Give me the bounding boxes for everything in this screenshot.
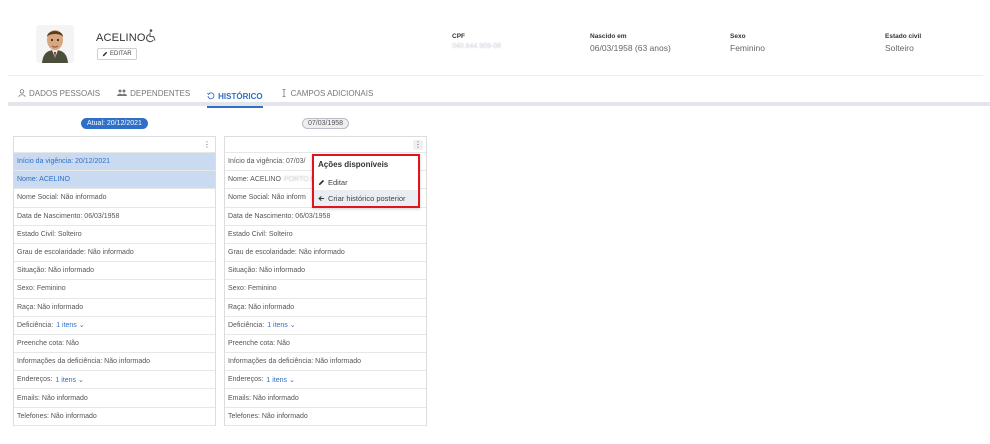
history-row: Nome Social: Não informado: [14, 189, 215, 208]
header-field-marital: Estado civil Solteiro: [885, 33, 922, 53]
history-column-current: Atual: 20/12/2021 ⋮ Início da vigência: …: [13, 118, 216, 426]
history-row: Nome: ACELINO: [14, 171, 215, 190]
history-row: Informações da deficiência: Não informad…: [14, 353, 215, 372]
pencil-icon: [318, 179, 325, 185]
history-row: Início da vigência: 20/12/2021: [14, 153, 215, 172]
history-row: Deficiência: 1 itens ⌄: [225, 317, 426, 335]
cpf-value: 040.644.909-08: [452, 43, 502, 50]
birth-value: 06/03/1958 (63 anos): [590, 43, 671, 53]
history-row: Data de Nascimento: 06/03/1958: [225, 208, 426, 226]
history-row: Preenche cota: Não: [14, 335, 215, 354]
users-icon: [117, 89, 128, 96]
address-items-link[interactable]: 1 itens ⌄: [266, 376, 294, 384]
history-row: Sexo: Feminino: [14, 280, 215, 299]
history-row: Endereços: 1 itens ⌄: [225, 371, 426, 390]
history-icon: [207, 92, 215, 100]
deficiency-items-link[interactable]: 1 itens ⌄: [56, 321, 84, 329]
user-icon: [18, 89, 26, 97]
history-row: Estado Civil: Solteiro: [14, 226, 215, 244]
history-card: ⋮ Início da vigência: 20/12/2021 Nome: A…: [13, 136, 216, 426]
actions-menu: Ações disponíveis Editar Criar histórico…: [312, 154, 420, 208]
history-row: Raça: Não informado: [14, 299, 215, 317]
history-row: Emails: Não informado: [225, 389, 426, 408]
header-field-cpf: CPF 040.644.909-08: [452, 33, 502, 50]
more-options-icon[interactable]: ⋮: [202, 140, 212, 150]
history-row: Preenche cota: Não: [225, 335, 426, 354]
avatar: [36, 25, 74, 63]
tab-dados-pessoais[interactable]: DADOS PESSOAIS: [18, 86, 100, 100]
history-row: Deficiência: 1 itens ⌄: [14, 317, 215, 335]
tab-bar: DADOS PESSOAIS DEPENDENTES HISTÓRICO CAM…: [18, 86, 373, 108]
header-field-birth: Nascido em 06/03/1958 (63 anos): [590, 33, 671, 53]
history-row: Informações da deficiência: Não informad…: [225, 353, 426, 372]
history-row: Situação: Não informado: [225, 262, 426, 281]
history-date-badge: Atual: 20/12/2021: [81, 118, 148, 129]
deficiency-items-link[interactable]: 1 itens ⌄: [267, 321, 295, 329]
history-row: Grau de escolaridade: Não informado: [225, 244, 426, 263]
header-field-sex: Sexo Feminino: [730, 33, 765, 53]
history-row: Data de Nascimento: 06/03/1958: [14, 208, 215, 226]
actions-menu-title: Ações disponíveis: [318, 160, 389, 169]
history-row: Telefones: Não informado: [225, 408, 426, 426]
pencil-icon: [102, 51, 108, 57]
person-name: ACELINO: [96, 32, 146, 44]
tab-campos-adicionais[interactable]: CAMPOS ADICIONAIS: [280, 86, 373, 100]
history-row: Endereços: 1 itens ⌄: [14, 371, 215, 390]
history-date-badge: 07/03/1958: [301, 118, 350, 129]
marital-value: Solteiro: [885, 43, 914, 53]
tab-underline-bar: [8, 102, 990, 106]
address-items-link[interactable]: 1 itens ⌄: [55, 376, 83, 384]
history-row: Situação: Não informado: [14, 262, 215, 281]
arrow-left-icon: [318, 195, 325, 201]
menu-item-edit[interactable]: Editar: [314, 174, 418, 190]
history-row: Sexo: Feminino: [225, 280, 426, 299]
edit-person-button[interactable]: EDITAR: [97, 48, 137, 60]
menu-item-create-history[interactable]: Criar histórico posterior: [314, 190, 418, 206]
blurred-surname: PORTO B: [283, 176, 316, 184]
accessibility-icon: [146, 29, 156, 43]
history-row: Emails: Não informado: [14, 389, 215, 408]
person-header: ACELINO EDITAR CPF 040.644.909-08 Nascid…: [8, 16, 983, 76]
tab-dependentes[interactable]: DEPENDENTES: [117, 86, 190, 100]
more-options-icon[interactable]: ⋮: [413, 140, 423, 150]
history-row: Raça: Não informado: [225, 299, 426, 317]
text-cursor-icon: [282, 89, 286, 97]
history-row: Grau de escolaridade: Não informado: [14, 244, 215, 263]
sex-value: Feminino: [730, 43, 765, 53]
history-row: Estado Civil: Solteiro: [225, 226, 426, 244]
edit-label: EDITAR: [110, 51, 132, 57]
history-row: Telefones: Não informado: [14, 408, 215, 426]
